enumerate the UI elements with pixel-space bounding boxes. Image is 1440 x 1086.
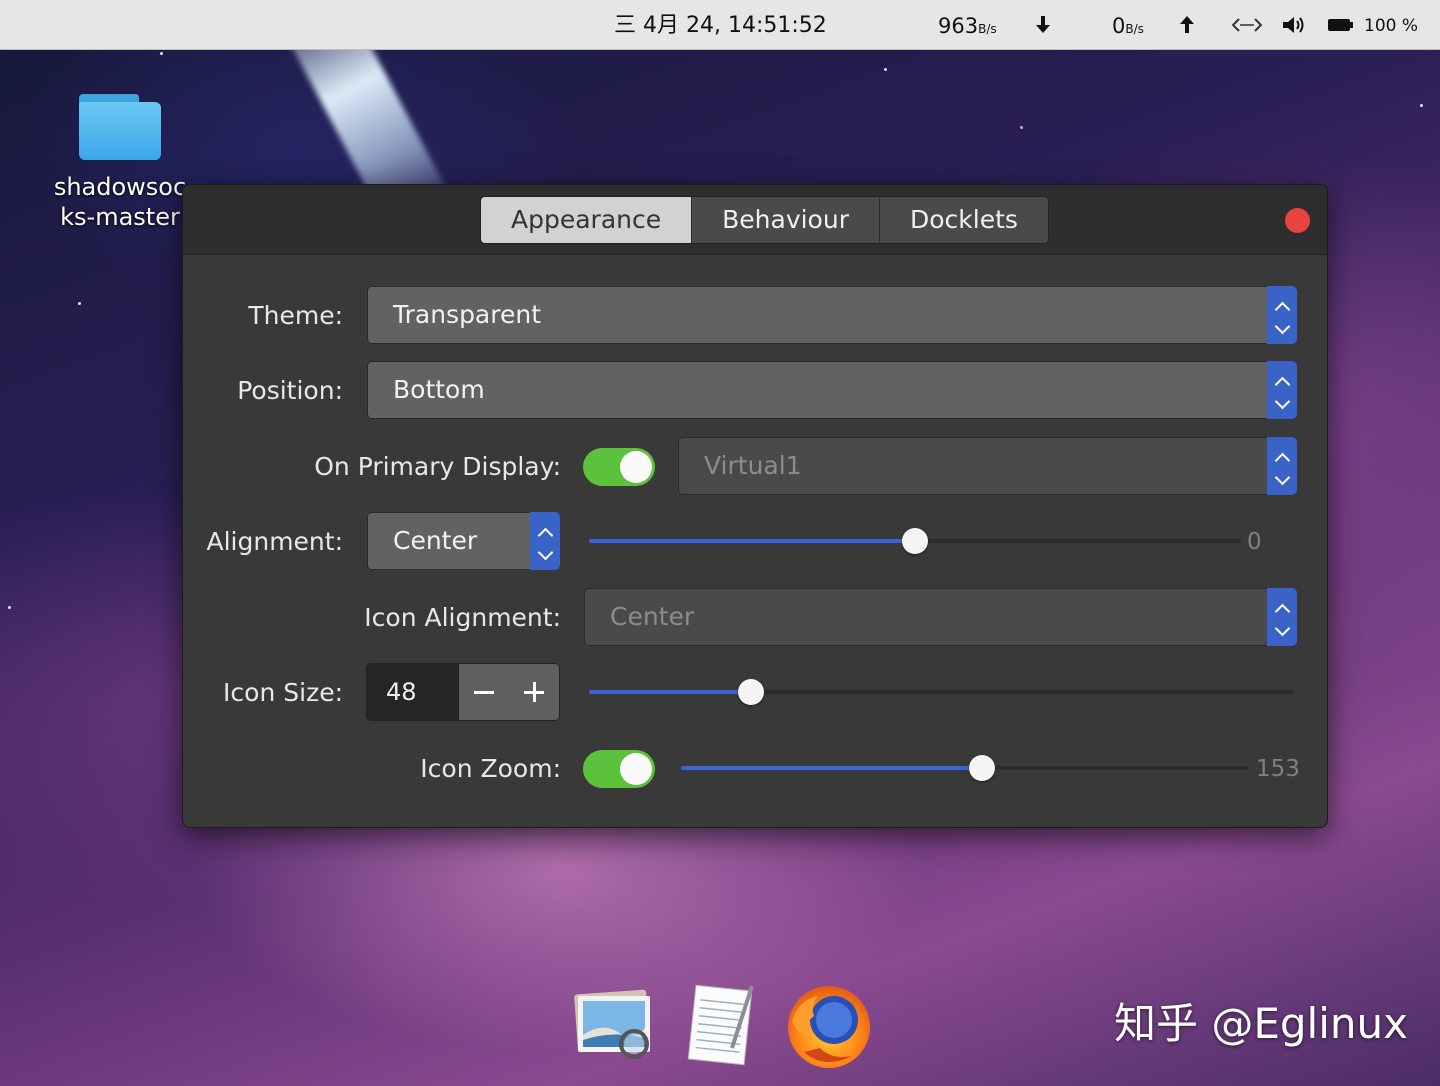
icon-zoom-toggle[interactable] (583, 750, 655, 788)
position-value: Bottom (393, 375, 485, 404)
wallpaper-star (1020, 126, 1023, 129)
network-icon[interactable] (1230, 0, 1264, 50)
icon-size-label: Icon Size: (223, 678, 343, 707)
top-panel: 三 4月 24, 14:51:52 963B/s 0B/s 100 % (0, 0, 1440, 50)
icon-size-slider[interactable] (589, 677, 1293, 707)
volume-icon[interactable] (1280, 0, 1308, 50)
alignment-offset-slider[interactable] (589, 526, 1241, 556)
download-arrow-icon (1032, 0, 1054, 50)
primary-display-label: On Primary Display: (314, 452, 561, 481)
wallpaper-star (884, 68, 887, 71)
clock[interactable]: 三 4月 24, 14:51:52 (614, 0, 827, 50)
wallpaper-star (8, 606, 11, 609)
icon-zoom-value: 153 (1256, 756, 1300, 782)
icon-zoom-slider[interactable] (681, 753, 1249, 783)
alignment-offset-value: 0 (1247, 529, 1262, 555)
icon-size-spinbox[interactable]: 48 (366, 663, 560, 721)
position-select[interactable]: Bottom (367, 361, 1297, 419)
icon-alignment-value: Center (610, 602, 695, 631)
watermark: 知乎 @Eglinux (1114, 999, 1408, 1048)
firefox-icon[interactable] (784, 982, 874, 1072)
wallpaper-star (160, 52, 163, 55)
minus-icon (474, 690, 494, 694)
updown-arrows-icon (1267, 437, 1297, 495)
decrement-button[interactable] (459, 664, 509, 720)
updown-arrows-icon (530, 512, 560, 570)
display-select[interactable]: Virtual1 (678, 437, 1297, 495)
preferences-tabs: Appearance Behaviour Docklets (480, 196, 1049, 244)
theme-label: Theme: (248, 301, 343, 330)
theme-select[interactable]: Transparent (367, 286, 1297, 344)
battery-icon[interactable] (1326, 0, 1356, 50)
tab-appearance[interactable]: Appearance (481, 197, 693, 243)
primary-display-toggle[interactable] (583, 448, 655, 486)
folder-icon (79, 92, 161, 160)
theme-value: Transparent (393, 300, 542, 329)
icon-size-value[interactable]: 48 (367, 664, 459, 720)
close-button[interactable] (1285, 208, 1310, 233)
icon-alignment-label: Icon Alignment: (364, 603, 561, 632)
download-speed: 963B/s (938, 0, 997, 50)
slider-thumb[interactable] (902, 528, 928, 554)
display-value: Virtual1 (704, 451, 802, 480)
alignment-select[interactable]: Center (367, 512, 560, 570)
alignment-label: Alignment: (206, 527, 343, 556)
download-speed-value: 963 (938, 14, 979, 38)
wallpaper-star (78, 302, 81, 305)
image-viewer-icon[interactable] (572, 988, 658, 1062)
updown-arrows-icon (1267, 286, 1297, 344)
upload-arrow-icon (1176, 0, 1198, 50)
upload-speed-unit: B/s (1125, 22, 1144, 36)
position-label: Position: (237, 376, 343, 405)
tab-behaviour[interactable]: Behaviour (692, 197, 880, 243)
download-speed-unit: B/s (978, 22, 997, 36)
updown-arrows-icon (1267, 361, 1297, 419)
icon-zoom-label: Icon Zoom: (420, 754, 561, 783)
slider-thumb[interactable] (737, 679, 764, 705)
increment-button[interactable] (509, 664, 559, 720)
wallpaper-star (1420, 104, 1423, 107)
upload-speed: 0B/s (1112, 0, 1144, 50)
battery-percent: 100 % (1364, 16, 1419, 36)
updown-arrows-icon (1267, 588, 1297, 646)
dock-preferences-window: Appearance Behaviour Docklets Theme: Tra… (182, 184, 1328, 828)
upload-speed-value: 0 (1112, 14, 1126, 38)
window-titlebar: Appearance Behaviour Docklets (183, 185, 1327, 255)
tab-docklets[interactable]: Docklets (879, 197, 1048, 243)
desktop-folder[interactable]: shadowsoc ks-master (40, 92, 200, 232)
desktop-folder-label: shadowsoc ks-master (53, 173, 187, 231)
plus-icon (524, 682, 544, 702)
slider-thumb[interactable] (969, 755, 996, 781)
icon-alignment-select[interactable]: Center (584, 588, 1297, 646)
text-editor-icon[interactable] (686, 982, 760, 1066)
alignment-value: Center (393, 526, 478, 555)
